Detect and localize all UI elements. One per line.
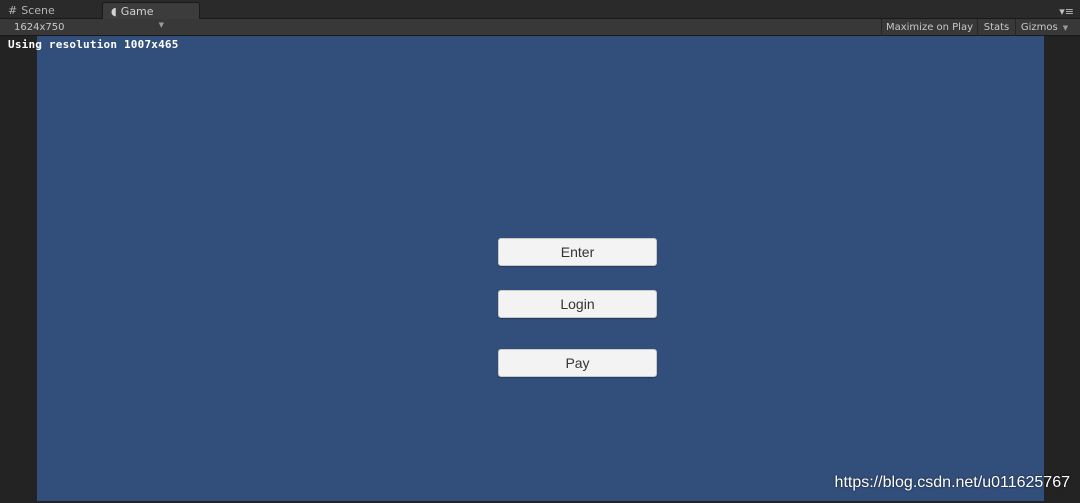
game-view[interactable]: Enter Login Pay [37, 36, 1044, 501]
gizmos-label: Gizmos [1020, 22, 1058, 33]
grid-icon: # [8, 4, 18, 17]
chevron-down-icon: ▼ [158, 21, 164, 29]
stats-toggle[interactable]: Stats [977, 19, 1015, 36]
enter-button[interactable]: Enter [498, 238, 657, 266]
tab-scene[interactable]: # Scene [8, 2, 98, 19]
pay-button[interactable]: Pay [498, 349, 657, 377]
stats-label: Stats [983, 22, 1010, 33]
game-toolbar: 1624x750 ▼ Maximize on Play Stats Gizmos… [0, 19, 1080, 36]
tab-menu-icon[interactable]: ▾≡ [1059, 5, 1074, 18]
tab-game-label: Game [120, 4, 154, 18]
watermark: https://blog.csdn.net/u011625767 [834, 474, 1070, 491]
tab-game[interactable]: ◖ Game [102, 2, 200, 19]
enter-button-label: Enter [560, 244, 595, 260]
resolution-info-text: Using resolution 1007x465 [8, 38, 179, 51]
maximize-on-play-toggle[interactable]: Maximize on Play [881, 19, 977, 36]
maximize-on-play-label: Maximize on Play [885, 22, 974, 33]
pay-button-label: Pay [565, 355, 590, 371]
gizmos-dropdown[interactable]: Gizmos ▼ [1015, 19, 1073, 36]
login-button-label: Login [560, 296, 595, 312]
resolution-dropdown[interactable]: 1624x750 ▼ [8, 20, 168, 34]
chevron-down-icon: ▼ [1062, 23, 1069, 32]
resolution-value: 1624x750 [14, 21, 65, 33]
tab-scene-label: Scene [21, 4, 55, 17]
login-button[interactable]: Login [498, 290, 657, 318]
editor-tab-bar: # Scene ◖ Game ▾≡ [0, 0, 1080, 19]
pacman-icon: ◖ [111, 4, 117, 18]
